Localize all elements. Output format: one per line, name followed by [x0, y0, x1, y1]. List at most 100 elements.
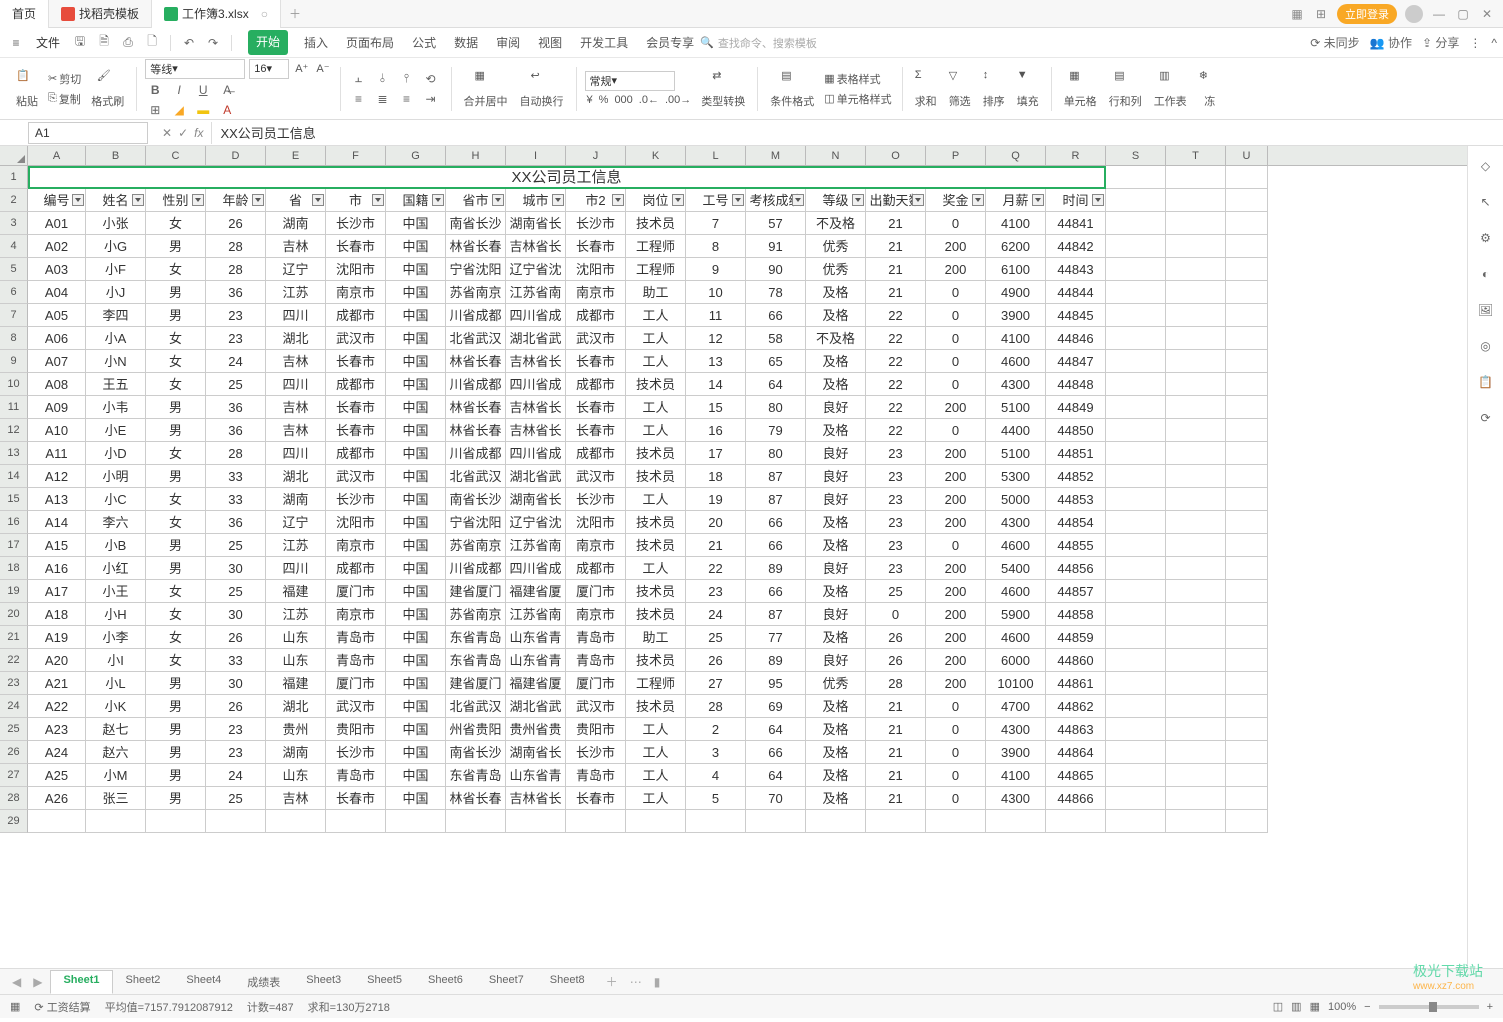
cell[interactable]: 66	[746, 304, 806, 327]
row-header[interactable]: 4	[0, 235, 28, 258]
view-normal-icon[interactable]: ◫	[1273, 1000, 1283, 1013]
cell[interactable]: 3900	[986, 741, 1046, 764]
cell[interactable]	[1106, 350, 1166, 373]
cell[interactable]	[626, 810, 686, 833]
sheet-list-icon[interactable]: ⋯	[626, 975, 646, 989]
col-header-K[interactable]: K	[626, 146, 686, 165]
cell[interactable]: 22	[866, 350, 926, 373]
cell[interactable]: 中国	[386, 488, 446, 511]
cell[interactable]: 91	[746, 235, 806, 258]
cell[interactable]	[1166, 465, 1226, 488]
paste-button[interactable]: 📋粘贴	[12, 67, 42, 111]
view-break-icon[interactable]: ▦	[1310, 1000, 1320, 1013]
cooperation[interactable]: 👥 协作	[1370, 34, 1412, 51]
share-button[interactable]: ⇪ 分享	[1422, 34, 1459, 51]
cell[interactable]: 长春市	[326, 419, 386, 442]
cell[interactable]: 湖南省长	[506, 741, 566, 764]
cell[interactable]: 44855	[1046, 534, 1106, 557]
cell[interactable]: 5100	[986, 396, 1046, 419]
bold-button[interactable]: B	[145, 81, 165, 99]
ribbon-tab-3[interactable]: 公式	[410, 30, 438, 55]
cell[interactable]: 36	[206, 511, 266, 534]
cell[interactable]: 5	[686, 787, 746, 810]
cell[interactable]: 长沙市	[566, 212, 626, 235]
view-page-icon[interactable]: ▥	[1291, 1000, 1301, 1013]
cell[interactable]: 工人	[626, 304, 686, 327]
cell[interactable]	[1166, 603, 1226, 626]
cell[interactable]	[1106, 603, 1166, 626]
cell[interactable]	[1106, 327, 1166, 350]
cell[interactable]: 成都市	[326, 442, 386, 465]
cell[interactable]: 26	[866, 626, 926, 649]
sheet-tab-Sheet8[interactable]: Sheet8	[537, 970, 598, 994]
cell[interactable]	[1166, 649, 1226, 672]
row-header[interactable]: 7	[0, 304, 28, 327]
cell[interactable]: 川省成都	[446, 557, 506, 580]
print-icon[interactable]: ⎙	[118, 33, 138, 53]
align-top-icon[interactable]: ⫠	[349, 70, 369, 88]
cell[interactable]: 87	[746, 488, 806, 511]
cell[interactable]	[1166, 419, 1226, 442]
cell[interactable]: 24	[206, 764, 266, 787]
cell[interactable]: 200	[926, 235, 986, 258]
cell[interactable]: 33	[206, 649, 266, 672]
cell[interactable]: 4	[686, 764, 746, 787]
filter-arrow-icon[interactable]	[672, 194, 684, 206]
cell[interactable]: 武汉市	[566, 327, 626, 350]
filter-arrow-icon[interactable]	[72, 194, 84, 206]
cell[interactable]: 女	[146, 603, 206, 626]
cell[interactable]: 川省成都	[446, 442, 506, 465]
cell[interactable]: 姓名	[86, 189, 146, 212]
row-header[interactable]: 27	[0, 764, 28, 787]
cell[interactable]: 及格	[806, 787, 866, 810]
cell[interactable]: 女	[146, 350, 206, 373]
cell[interactable]: 44843	[1046, 258, 1106, 281]
cell[interactable]: 工人	[626, 764, 686, 787]
cell[interactable]: 男	[146, 764, 206, 787]
add-tab-button[interactable]: ＋	[281, 5, 309, 22]
cell[interactable]: 成都市	[566, 304, 626, 327]
cell[interactable]: 不及格	[806, 212, 866, 235]
cell[interactable]: 月薪	[986, 189, 1046, 212]
cell[interactable]: 70	[746, 787, 806, 810]
cell[interactable]: 厦门市	[566, 580, 626, 603]
cell[interactable]: 吉林	[266, 235, 326, 258]
formula-input[interactable]: XX公司员工信息	[212, 123, 1503, 142]
cell[interactable]: 小李	[86, 626, 146, 649]
cell[interactable]: 23	[866, 511, 926, 534]
cell[interactable]: 21	[866, 718, 926, 741]
cell[interactable]: 青岛市	[566, 764, 626, 787]
cell[interactable]: 69	[746, 695, 806, 718]
save-as-icon[interactable]: 🗎	[94, 33, 114, 53]
cell[interactable]: 44851	[1046, 442, 1106, 465]
cell[interactable]: 中国	[386, 442, 446, 465]
cell[interactable]	[1046, 810, 1106, 833]
cell[interactable]: 23	[866, 465, 926, 488]
row-header[interactable]: 13	[0, 442, 28, 465]
cell[interactable]: 湖南	[266, 212, 326, 235]
cell[interactable]: A04	[28, 281, 86, 304]
filter-arrow-icon[interactable]	[312, 194, 324, 206]
cell[interactable]: A22	[28, 695, 86, 718]
cell[interactable]	[1106, 649, 1166, 672]
col-header-A[interactable]: A	[28, 146, 86, 165]
cell[interactable]: 44845	[1046, 304, 1106, 327]
cell[interactable]: 湖南省长	[506, 212, 566, 235]
currency-icon[interactable]: ¥	[585, 93, 595, 107]
cell[interactable]: 4600	[986, 580, 1046, 603]
cell[interactable]: 4300	[986, 718, 1046, 741]
decrease-decimal-icon[interactable]: .0←	[637, 93, 661, 107]
cell[interactable]: 中国	[386, 350, 446, 373]
cell[interactable]: 小C	[86, 488, 146, 511]
title-cell[interactable]: XX公司员工信息	[28, 166, 1106, 189]
cell[interactable]: 21	[866, 235, 926, 258]
cell[interactable]	[686, 810, 746, 833]
cell[interactable]	[1166, 534, 1226, 557]
cancel-icon[interactable]: ✕	[162, 126, 172, 140]
cell[interactable]	[1166, 511, 1226, 534]
cell[interactable]: 66	[746, 511, 806, 534]
cell[interactable]: 成都市	[326, 557, 386, 580]
cell[interactable]: 南京市	[566, 281, 626, 304]
cell[interactable]: 23	[206, 304, 266, 327]
indent-icon[interactable]: ⇥	[421, 90, 441, 108]
